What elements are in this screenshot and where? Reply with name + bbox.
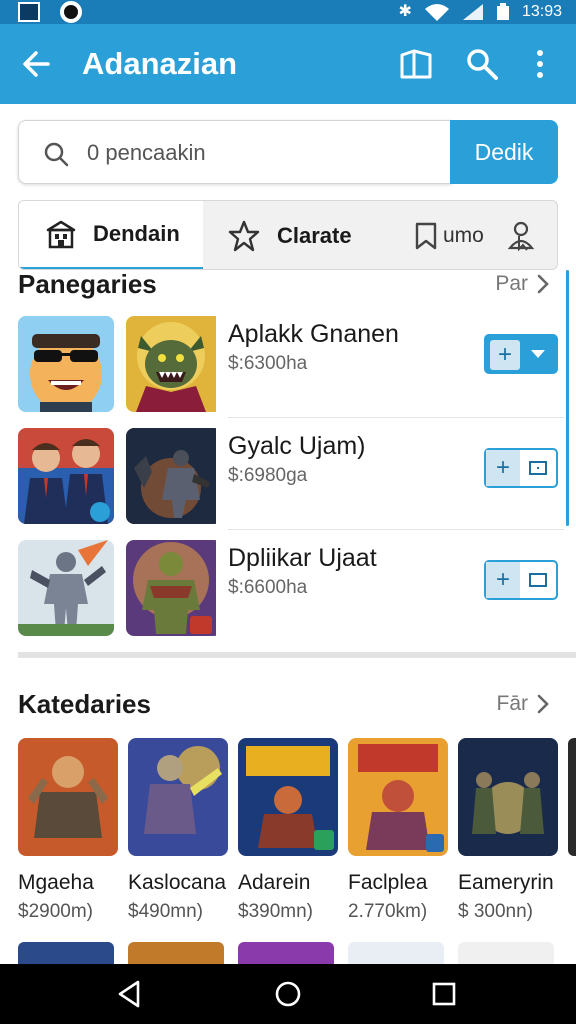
app-name: Gyalc Ujam) xyxy=(228,432,366,460)
plus-icon: + xyxy=(490,340,520,370)
tab-clarate[interactable]: Clarate xyxy=(203,201,393,269)
search-icon xyxy=(44,142,69,167)
star-icon xyxy=(228,220,260,252)
signal-icon xyxy=(462,4,483,20)
category-thumbnail xyxy=(18,738,118,856)
category-name: Adarein xyxy=(238,871,311,894)
category-card[interactable]: Eameryrin $ 300nn) xyxy=(458,738,558,924)
section-divider xyxy=(18,652,576,658)
recents-square-icon[interactable] xyxy=(426,976,462,1012)
featured-list-item[interactable]: Dpliikar Ujaat $:6600ha + xyxy=(0,530,576,642)
search-input[interactable]: 0 pencaakin xyxy=(18,120,452,184)
featured-list-item[interactable]: Gyalc Ujam) $:6980ga + xyxy=(0,418,576,530)
tab-dendain-label: Dendain xyxy=(93,221,180,246)
status-time: 13:93 xyxy=(521,3,562,20)
search-placeholder: 0 pencaakin xyxy=(87,140,206,165)
plus-icon: + xyxy=(486,562,520,598)
category-thumbnail xyxy=(128,738,228,856)
book-icon[interactable] xyxy=(396,44,436,84)
category-thumbnail-peek xyxy=(18,942,114,966)
category-card[interactable]: Mgaeha $2900m) xyxy=(18,738,118,924)
add-dropdown-button[interactable]: + xyxy=(484,334,558,374)
category-card[interactable]: Kaslocana $490mn) xyxy=(128,738,228,924)
app-price: $:6300ha xyxy=(228,353,308,374)
category-card[interactable]: Faclplea 2.770km) xyxy=(348,738,448,924)
app-thumbnail xyxy=(126,540,222,636)
categories-more-label: Fār xyxy=(496,692,529,715)
category-thumbnail xyxy=(458,738,558,856)
tab-umo[interactable]: umo xyxy=(411,201,557,269)
caret-down-icon xyxy=(531,350,545,358)
categories-more-link[interactable]: Fār xyxy=(497,688,551,720)
battery-icon xyxy=(496,3,509,20)
category-thumbnail-peek xyxy=(458,942,554,966)
status-bar: ✱ 13:93 xyxy=(0,0,576,24)
search-bar: 0 pencaakin Dedik xyxy=(18,120,558,184)
square-icon xyxy=(529,573,547,587)
category-price: 2.770km) xyxy=(348,901,428,922)
category-name: Faclplea xyxy=(348,871,428,894)
user-cursor-icon[interactable] xyxy=(506,220,536,252)
category-price: $ 300nn) xyxy=(458,901,534,922)
category-name: Mgaeha xyxy=(18,871,94,894)
app-name: Aplakk Gnanen xyxy=(228,320,399,348)
plus-icon: + xyxy=(486,450,520,486)
app-thumbnail xyxy=(126,316,222,412)
bluetooth-icon: ✱ xyxy=(398,3,412,20)
app-price: $:6980ga xyxy=(228,465,308,486)
featured-section-title: Panegaries xyxy=(18,269,157,299)
category-name: Kaslocana xyxy=(128,871,227,894)
app-thumbnail xyxy=(126,428,222,524)
arrow-left-icon[interactable] xyxy=(18,44,58,84)
more-vert-icon[interactable] xyxy=(520,44,560,84)
category-thumbnail xyxy=(348,738,448,856)
home-circle-icon[interactable] xyxy=(270,976,306,1012)
bookmark-icon xyxy=(415,222,437,250)
category-price: $390mn) xyxy=(238,901,313,922)
categories-section-title: Katedaries xyxy=(18,689,151,719)
back-triangle-icon[interactable] xyxy=(112,976,148,1012)
category-thumbnail xyxy=(238,738,338,856)
category-thumbnail-peek xyxy=(128,942,224,966)
add-button[interactable]: + xyxy=(484,560,558,600)
search-button[interactable]: Dedik xyxy=(450,120,558,184)
add-button[interactable]: + xyxy=(484,448,558,488)
category-card[interactable]: Adarein $390mn) xyxy=(238,738,338,924)
featured-more-link[interactable]: Par xyxy=(495,268,550,300)
chevron-right-icon xyxy=(537,694,549,714)
app-thumbnail xyxy=(18,316,114,412)
tab-clarate-label: Clarate xyxy=(277,223,352,248)
tab-dendain[interactable]: Dendain xyxy=(19,201,203,269)
page-title: Adanazian xyxy=(82,46,238,81)
tab-bar: Dendain Clarate umo xyxy=(18,200,558,270)
featured-more-label: Par xyxy=(495,272,528,295)
search-icon[interactable] xyxy=(462,44,502,84)
app-price: $:6600ha xyxy=(228,577,308,598)
wifi-icon xyxy=(424,4,449,21)
chevron-right-icon xyxy=(537,274,549,294)
category-price: $2900m) xyxy=(18,901,93,922)
record-notification-icon xyxy=(60,1,82,23)
app-bar: Adanazian xyxy=(0,24,576,104)
app-thumbnail xyxy=(18,428,114,524)
category-card-peek[interactable] xyxy=(568,738,576,856)
app-name: Dpliikar Ujaat xyxy=(228,544,377,572)
category-price: $490mn) xyxy=(128,901,203,922)
tab-umo-label: umo xyxy=(443,224,484,247)
featured-list-item[interactable]: Aplakk Gnanen $:6300ha + xyxy=(0,306,576,418)
app-thumbnail xyxy=(18,540,114,636)
category-thumbnail-peek xyxy=(238,942,334,966)
store-icon xyxy=(46,220,76,249)
app-notification-icon xyxy=(18,2,40,22)
category-name: Eameryrin xyxy=(458,871,554,894)
system-nav-bar xyxy=(0,964,576,1024)
square-icon xyxy=(529,461,547,475)
category-thumbnail-peek xyxy=(348,942,444,966)
